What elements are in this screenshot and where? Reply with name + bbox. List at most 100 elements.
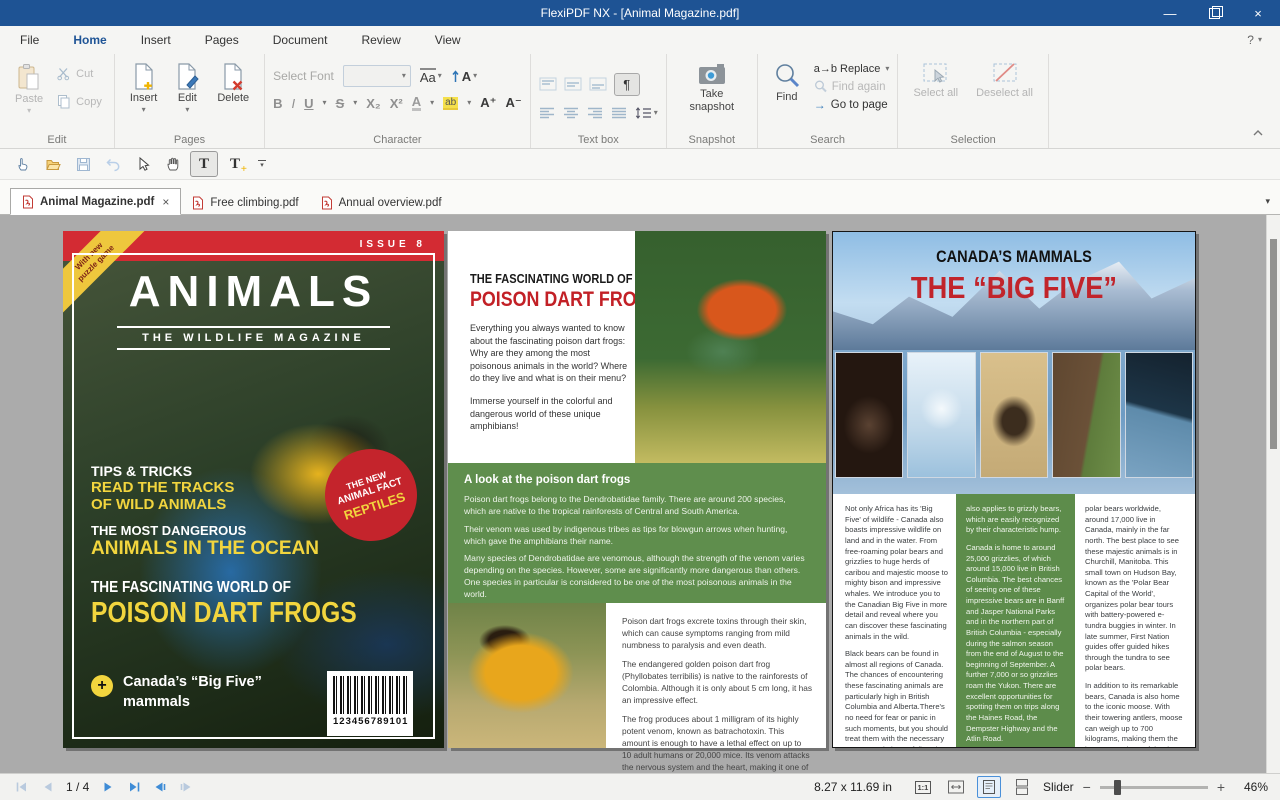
chevron-down-icon: ▾ [185, 106, 189, 114]
zoom-in-button[interactable]: + [1217, 780, 1225, 794]
page-delete-icon [221, 62, 245, 91]
select-tool-button[interactable] [130, 152, 156, 176]
page-dimensions: 8.27 x 11.69 in [814, 780, 892, 794]
shrink-font-button[interactable]: A⁻ [506, 95, 522, 111]
first-page-button[interactable] [12, 779, 30, 795]
page-add-icon [132, 62, 156, 91]
next-page-button[interactable] [99, 779, 117, 795]
cover-frogs-block: THE FASCINATING WORLD OF POISON DART FRO… [91, 579, 404, 630]
paste-button[interactable]: Paste ▾ [8, 60, 50, 132]
intro-paragraph: Immerse yourself in the colorful and dan… [470, 395, 632, 433]
collapse-ribbon-button[interactable] [1252, 126, 1264, 140]
restore-icon [1209, 8, 1220, 19]
box-paragraph: Poison dart frogs excrete toxins through… [622, 616, 812, 651]
fit-width-button[interactable] [944, 776, 968, 798]
copy-button[interactable]: Copy [52, 92, 106, 111]
insert-page-button[interactable]: Insert ▾ [123, 60, 165, 132]
deselect-all-button[interactable]: Deselect all [969, 60, 1040, 132]
zoom-out-button[interactable]: − [1083, 780, 1091, 794]
continuous-view-button[interactable] [1010, 776, 1034, 798]
align-right-icon[interactable] [587, 107, 604, 119]
align-center-icon[interactable] [563, 107, 580, 119]
touch-mode-button[interactable] [10, 152, 36, 176]
subscript-button[interactable]: X₂ [366, 96, 380, 111]
underline-button[interactable]: U [304, 96, 313, 111]
doctab-free-climbing[interactable]: Free climbing.pdf [181, 190, 309, 215]
add-text-tool-button[interactable]: T+ [222, 152, 248, 176]
edit-page-button[interactable]: Edit ▾ [168, 60, 206, 132]
scrollbar-thumb[interactable] [1270, 239, 1277, 449]
find-button[interactable]: Find [766, 60, 808, 132]
formatting-marks-button[interactable]: ¶ [614, 73, 640, 96]
restore-button[interactable] [1192, 0, 1236, 26]
minimize-button[interactable]: — [1148, 0, 1192, 26]
select-all-button[interactable]: Select all [906, 60, 965, 132]
previous-page-button[interactable] [38, 779, 56, 795]
italic-button[interactable]: I [292, 96, 296, 111]
toolbar-overflow-button[interactable]: ▾ [258, 160, 266, 169]
doctab-label: Animal Magazine.pdf [40, 196, 154, 208]
font-size-combobox[interactable]: ▾ [343, 65, 411, 87]
zoom-slider[interactable] [1100, 786, 1208, 789]
tab-file[interactable]: File [18, 26, 41, 54]
align-left-icon[interactable] [539, 107, 556, 119]
tab-pages[interactable]: Pages [203, 26, 241, 54]
fit-page-button[interactable] [977, 776, 1001, 798]
tab-home[interactable]: Home [71, 23, 108, 57]
doctab-annual-overview[interactable]: Annual overview.pdf [310, 190, 453, 215]
tab-close-icon[interactable]: × [162, 195, 169, 209]
take-snapshot-button[interactable]: Take snapshot [675, 60, 749, 132]
find-again-button[interactable]: Find again [814, 80, 890, 93]
intro-paragraph: Everything you always wanted to know abo… [470, 322, 632, 385]
pdf-page-2[interactable]: THE FASCINATING WORLD OF POISON DART FRO… [448, 231, 826, 748]
help-button[interactable]: ? ▾ [1247, 33, 1262, 47]
justify-icon[interactable] [611, 107, 628, 119]
strikethrough-button[interactable]: S [336, 96, 345, 111]
edit-text-tool-button[interactable]: T [190, 151, 218, 177]
line-spacing-button[interactable]: ▾ [635, 106, 658, 120]
delete-page-button[interactable]: Delete [210, 60, 256, 132]
application-window: FlexiPDF NX - [Animal Magazine.pdf] — × … [0, 0, 1280, 800]
zoom-slider-thumb[interactable] [1114, 780, 1121, 795]
text-direction-button[interactable]: A ▾ [451, 69, 477, 84]
document-canvas[interactable]: ISSUE 8 With new puzzle game ANIMALS THE… [0, 215, 1280, 773]
bold-button[interactable]: B [273, 96, 282, 111]
textbox-bottom-icon[interactable] [589, 77, 607, 91]
chevron-down-icon: ▾ [885, 65, 889, 73]
pdf-page-3[interactable]: CANADA’S MAMMALS THE “BIG FIVE” Not only… [832, 231, 1196, 748]
big-five-headline: THE “BIG FIVE” [833, 270, 1195, 306]
undo-button[interactable] [100, 152, 126, 176]
view-forward-button[interactable] [177, 779, 195, 795]
textbox-top-icon[interactable] [539, 77, 557, 91]
cover-subtitle: THE WILDLIFE MAGAZINE [117, 326, 390, 350]
tab-list-dropdown[interactable]: ▾ [1265, 196, 1270, 207]
pointing-hand-icon [15, 156, 31, 172]
last-page-button[interactable] [125, 779, 143, 795]
go-to-page-button[interactable]: → Go to page [814, 98, 890, 112]
save-button[interactable] [70, 152, 96, 176]
tab-insert[interactable]: Insert [139, 26, 173, 54]
cut-button[interactable]: Cut [52, 64, 106, 83]
doctab-animal-magazine[interactable]: Animal Magazine.pdf × [10, 188, 181, 215]
hand-tool-button[interactable] [160, 152, 186, 176]
open-button[interactable] [40, 152, 66, 176]
fit-page-icon [980, 779, 998, 795]
replace-button[interactable]: a→b Replace ▾ [814, 63, 890, 75]
change-case-button[interactable]: Aa ▾ [420, 68, 442, 85]
close-button[interactable]: × [1236, 0, 1280, 26]
actual-size-button[interactable]: 1:1 [911, 776, 935, 798]
green-paragraph: Their venom was used by indigenous tribe… [464, 524, 810, 548]
tab-document[interactable]: Document [271, 26, 330, 54]
pdf-page-1[interactable]: ISSUE 8 With new puzzle game ANIMALS THE… [63, 231, 444, 748]
view-back-button[interactable] [151, 779, 169, 795]
font-color-button[interactable]: A [412, 95, 421, 111]
vertical-scrollbar[interactable] [1266, 215, 1280, 773]
superscript-button[interactable]: X² [390, 96, 403, 111]
tab-review[interactable]: Review [359, 26, 402, 54]
grow-font-button[interactable]: A⁺ [480, 95, 496, 111]
cover-ocean-block: THE MOST DANGEROUS ANIMALS IN THE OCEAN [91, 523, 319, 560]
doctab-label: Annual overview.pdf [339, 197, 442, 209]
highlight-button[interactable]: ab [443, 97, 458, 110]
textbox-middle-icon[interactable] [564, 77, 582, 91]
tab-view[interactable]: View [433, 26, 463, 54]
